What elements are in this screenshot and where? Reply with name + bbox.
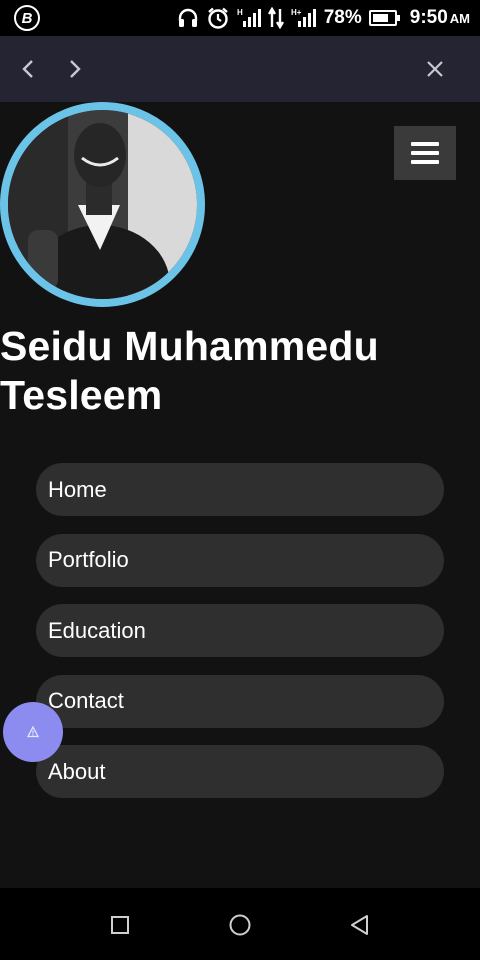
profile-role: Front End Developer	[0, 420, 102, 432]
floating-action-button[interactable]	[3, 702, 63, 762]
hamburger-bar	[411, 160, 439, 164]
avatar	[0, 102, 205, 307]
browser-toolbar	[0, 36, 480, 102]
signal-h-icon: H+	[291, 7, 317, 29]
signal-icon: H	[237, 7, 261, 29]
am-pm: AM	[449, 11, 470, 26]
nav-item-portfolio[interactable]: Portfolio	[36, 533, 444, 587]
forward-chevron-icon[interactable]	[62, 56, 88, 82]
svg-text:H: H	[237, 8, 243, 17]
clock: 9:50 AM	[410, 7, 470, 29]
app-logo-letter: B	[21, 9, 33, 27]
warning-triangle-icon	[27, 726, 39, 738]
nav-item-about[interactable]: About	[36, 745, 444, 798]
nav-item-home[interactable]: Home	[36, 463, 444, 516]
app-logo-icon: B	[14, 5, 40, 31]
time: 9:50	[409, 7, 448, 28]
svg-text:H+: H+	[291, 8, 302, 17]
back-triangle-icon[interactable]	[347, 912, 373, 938]
menu-toggle-button[interactable]	[394, 126, 456, 180]
battery-fill	[372, 14, 389, 22]
profile-name: Seidu Muhammedu Tesleem	[0, 323, 379, 418]
nav-item-education[interactable]: Education	[36, 604, 444, 657]
system-nav-bar	[0, 888, 480, 960]
avatar-photo	[8, 110, 197, 299]
battery-icon	[368, 7, 400, 29]
nav-item-contact[interactable]: Contact	[36, 674, 444, 728]
hamburger-bar	[411, 151, 439, 155]
close-icon[interactable]	[422, 56, 448, 82]
home-circle-icon[interactable]	[227, 912, 253, 938]
battery-percent: 78%	[323, 7, 362, 28]
data-arrows-icon	[267, 7, 284, 29]
recent-apps-icon[interactable]	[107, 912, 133, 938]
hamburger-bar	[411, 142, 439, 146]
alarm-icon	[206, 7, 230, 29]
portfolio-page: Seidu Muhammedu Tesleem Front End Develo…	[0, 102, 480, 888]
status-bar: B H H+ 78% 9:50 AM	[0, 0, 480, 36]
headphones-icon	[177, 7, 199, 29]
battery-outline	[368, 10, 400, 26]
status-icons: H H+ 78% 9:50 AM	[177, 0, 470, 36]
back-chevron-icon[interactable]	[15, 56, 41, 82]
main-nav: Home Portfolio Education Contact About	[36, 463, 444, 816]
